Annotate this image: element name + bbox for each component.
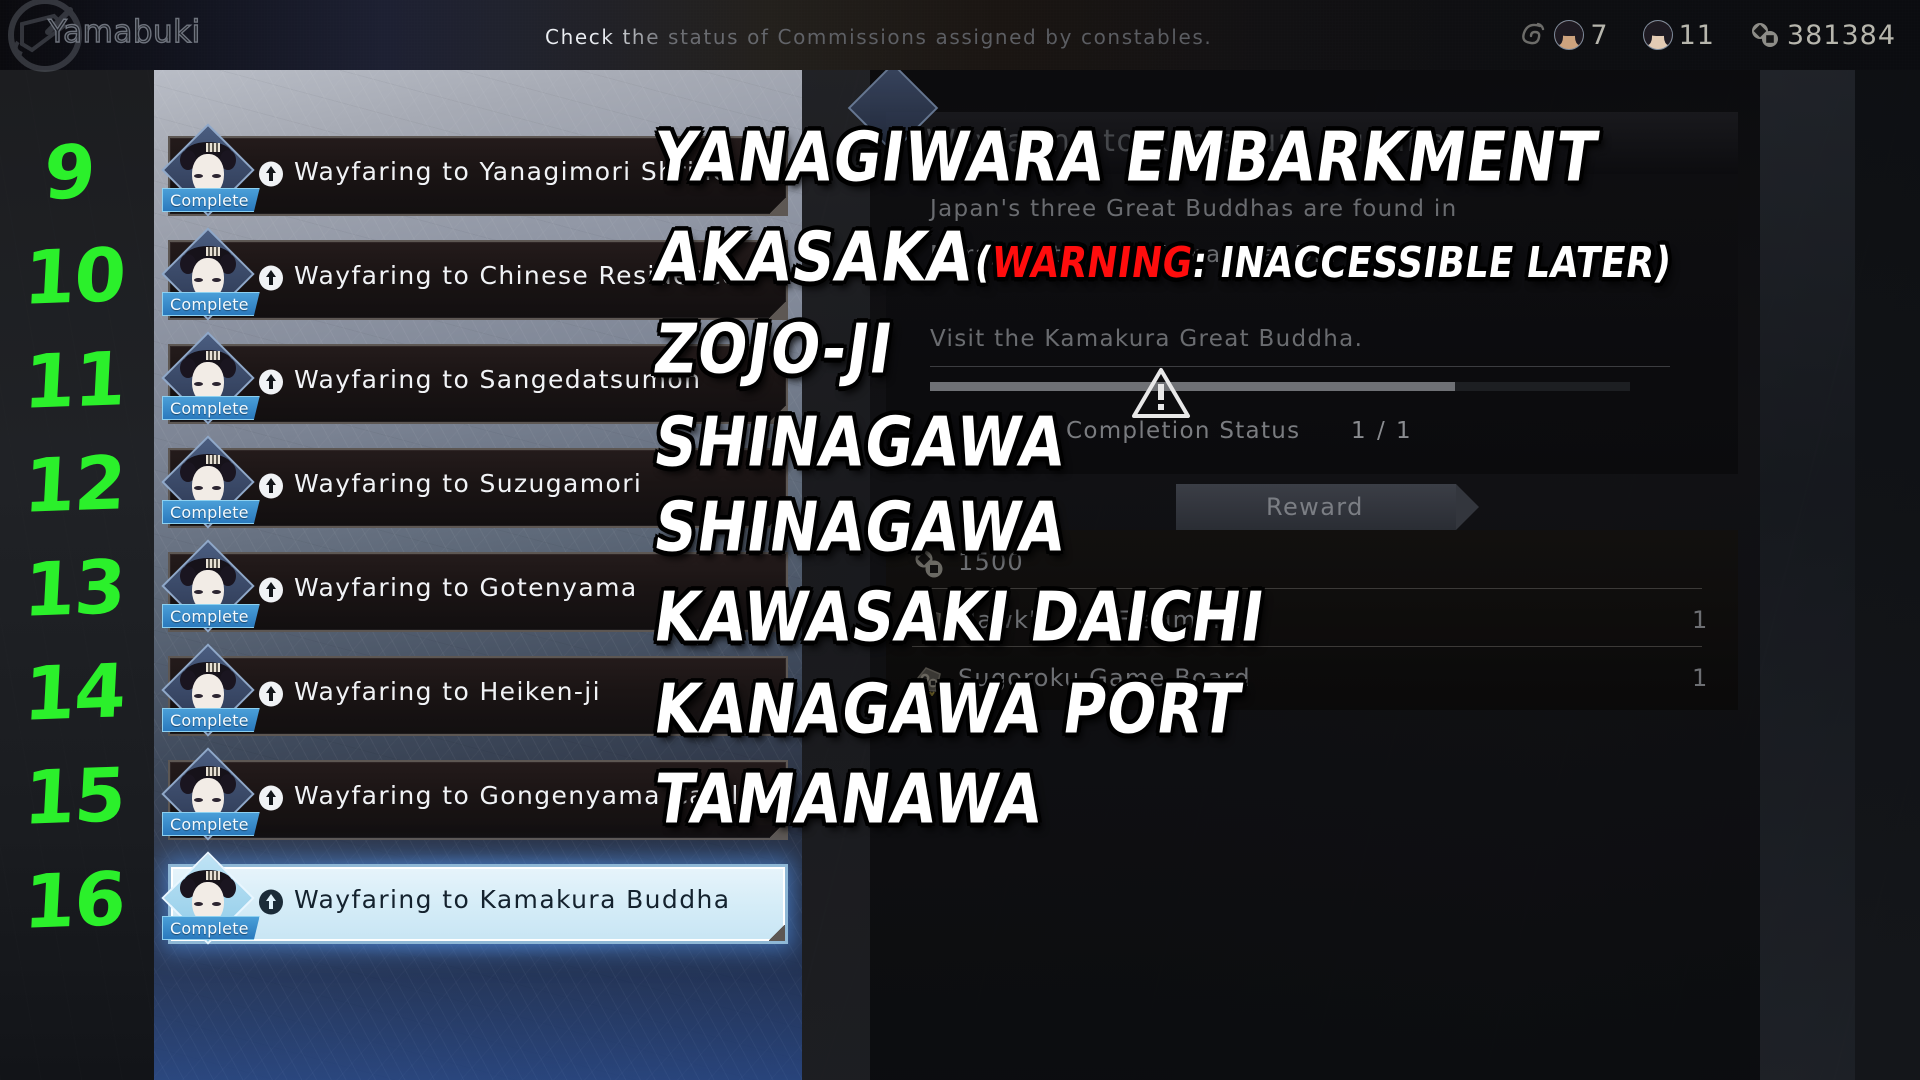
male-portrait-icon [1554, 20, 1585, 50]
status-badge: Complete [162, 188, 260, 212]
up-arrow-icon [259, 473, 283, 499]
completion-status-label: Completion Status [1066, 418, 1301, 444]
status-badge: Complete [162, 812, 260, 836]
app-logo: Yamabuki [4, 0, 201, 74]
counter-value-3: 381384 [1786, 19, 1896, 51]
detail-divider [930, 366, 1670, 367]
up-arrow-icon [259, 681, 283, 707]
screen-subtitle: Check the status of Commissions assigned… [545, 25, 1213, 49]
list-item-label: Wayfaring to Kamakura Buddha [294, 885, 731, 914]
detail-body: Japan's three Great Buddhas are found in… [886, 174, 1738, 474]
counter-money: 381384 [1749, 20, 1896, 51]
swirl-icon [1522, 22, 1545, 45]
list-index-number: 16 [21, 856, 128, 946]
list-item-label: Wayfaring to Chinese Residence [294, 261, 739, 290]
coin-mon-icon [1751, 23, 1778, 47]
app-logo-text: Yamabuki [47, 13, 201, 50]
female-portrait-icon [1642, 20, 1673, 50]
up-arrow-icon [259, 265, 283, 291]
list-item-label: Wayfaring to Suzugamori [294, 469, 643, 498]
reward-header-label: Reward [1266, 493, 1364, 521]
up-arrow-icon [259, 161, 283, 187]
list-item[interactable]: Complete Wayfaring to Heiken-ji [154, 643, 802, 742]
list-index-number: 11 [21, 336, 128, 426]
list-index-number: 10 [21, 232, 128, 322]
list-item[interactable]: Complete Wayfaring to Chinese Residence [154, 227, 802, 326]
list-item-label: Wayfaring to Gongenyama Castle [294, 781, 757, 810]
detail-flavor-line-2: Nara, Kyoto, and Kamakura. Did you know? [930, 242, 1481, 268]
reward-divider [912, 646, 1702, 647]
up-arrow-icon [259, 369, 283, 395]
status-badge: Complete [162, 292, 260, 316]
reward-name: Sugoroku Game Board [958, 664, 1251, 692]
up-arrow-icon [259, 577, 283, 603]
sugoroku-icon [917, 667, 941, 696]
status-badge: Complete [162, 708, 260, 732]
list-item[interactable]: Complete Wayfaring to Sangedatsumon [154, 331, 802, 430]
commission-list-panel[interactable]: Complete Wayfaring to Yanagimori Shrine Co… [154, 70, 802, 1080]
list-item-label: Wayfaring to Gotenyama [294, 573, 638, 602]
status-badge: Complete [162, 396, 260, 420]
reward-divider [912, 588, 1702, 589]
detail-objective: Visit the Kamakura Great Buddha. [930, 326, 1364, 352]
counter-female: 11 [1642, 19, 1715, 51]
list-item-label: Wayfaring to Heiken-ji [294, 677, 601, 706]
counter-value-1: 7 [1590, 19, 1609, 51]
reward-header-tab: Reward [1176, 484, 1479, 530]
list-index-number: 13 [21, 544, 128, 634]
reward-name: Hawk's Eye Fragment [958, 606, 1241, 634]
top-bar: Yamabuki Check the status of Commissions… [0, 0, 1920, 72]
list-item[interactable]: Complete Wayfaring to Yanagimori Shrine [154, 123, 802, 222]
coin-mon-icon [915, 550, 943, 578]
background-pillar-right [1760, 0, 1855, 1080]
completion-status-value: 1 / 1 [1351, 418, 1413, 444]
list-item[interactable]: Complete Wayfaring to Gongenyama Castle [154, 747, 802, 846]
list-item[interactable]: Complete Wayfaring to Kamakura Buddha [154, 851, 802, 958]
status-badge: Complete [162, 604, 260, 628]
detail-title: Wayfaring to Kamakura Buddha [926, 124, 1448, 159]
up-arrow-icon [259, 785, 283, 811]
list-index-number: 12 [21, 440, 128, 530]
commission-detail-panel: Wayfaring to Kamakura Buddha Japan's thr… [847, 62, 1762, 732]
list-item-label: Wayfaring to Sangedatsumon [294, 365, 702, 394]
list-index-number: 14 [21, 648, 128, 738]
resource-counters: 7 11 381384 [1484, 14, 1896, 56]
status-badge: Complete [162, 500, 260, 524]
detail-flavor-line-1: Japan's three Great Buddhas are found in [930, 196, 1458, 222]
game-screen: Yamabuki Check the status of Commissions… [0, 0, 1920, 1080]
list-item[interactable]: Complete Wayfaring to Gotenyama [154, 539, 802, 638]
background-edge-right [1855, 0, 1920, 1080]
list-index-number: 15 [21, 752, 128, 842]
fragment-icon [917, 609, 941, 635]
reward-qty: 1 [1692, 664, 1708, 692]
background-pillar-left [800, 0, 870, 1080]
reward-qty: 1 [1692, 606, 1708, 634]
reward-list: 1500 Hawk's Eye Fragment 1 Sugoroku Game… [886, 530, 1738, 710]
reward-name: 1500 [958, 548, 1024, 576]
list-item-label: Wayfaring to Yanagimori Shrine [294, 157, 730, 186]
counter-value-2: 11 [1678, 19, 1715, 51]
up-arrow-icon [259, 889, 283, 915]
detail-progress-bar [930, 382, 1630, 391]
counter-swirl-male: 7 [1518, 20, 1608, 51]
status-badge: Complete [162, 916, 260, 940]
list-item[interactable]: Complete Wayfaring to Suzugamori [154, 435, 802, 534]
list-index-number: 9 [41, 129, 97, 217]
detail-title-bar: Wayfaring to Kamakura Buddha [886, 112, 1738, 174]
